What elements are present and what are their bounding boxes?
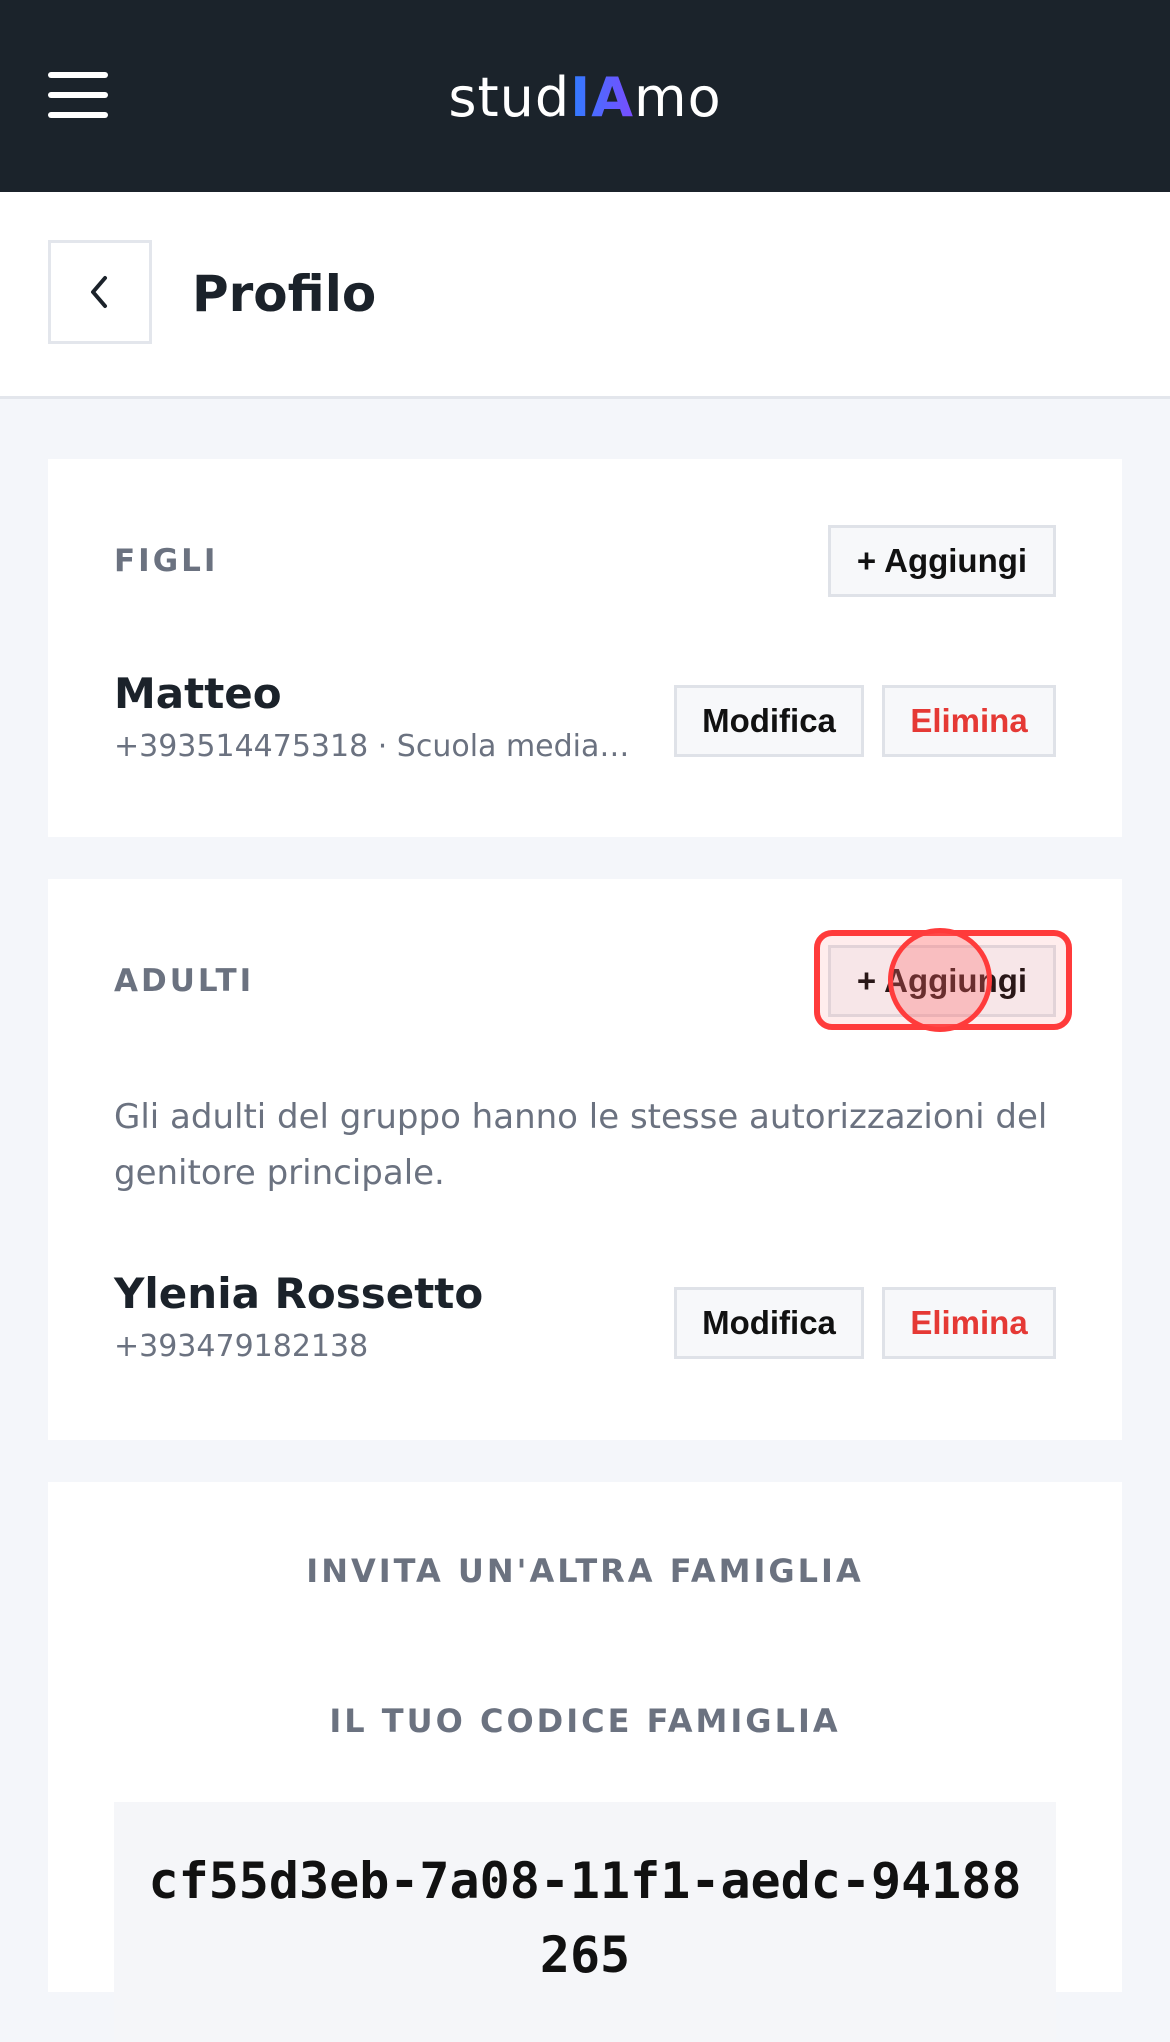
children-card: FIGLI + Aggiungi Matteo +393514475318 · … [48, 459, 1122, 837]
invite-title: INVITA UN'ALTRA FAMIGLIA [306, 1552, 864, 1590]
edit-child-button[interactable]: Modifica [674, 685, 864, 757]
family-code[interactable]: cf55d3eb-7a08-11f1-aedc-94188265 [114, 1844, 1056, 1992]
app-logo: studIAmo [448, 66, 722, 129]
edit-adult-button[interactable]: Modifica [674, 1287, 864, 1359]
delete-child-button[interactable]: Elimina [882, 685, 1056, 757]
child-name: Matteo [114, 669, 282, 718]
top-bar: studIAmo [0, 0, 1170, 192]
family-code-box[interactable]: cf55d3eb-7a08-11f1-aedc-94188265 [114, 1802, 1056, 2042]
child-details: +393514475318 · Scuola media s... [114, 729, 634, 764]
delete-adult-button[interactable]: Elimina [882, 1287, 1056, 1359]
add-child-button[interactable]: + Aggiungi [828, 525, 1056, 597]
page-title: Profilo [192, 265, 377, 323]
adults-section-label: ADULTI [114, 963, 255, 999]
family-code-label: IL TUO CODICE FAMIGLIA [329, 1702, 841, 1740]
adults-card: ADULTI + Aggiungi Gli adulti del gruppo … [48, 879, 1122, 1440]
chevron-left-icon [91, 276, 107, 308]
adults-description: Gli adulti del gruppo hanno le stesse au… [114, 1097, 1048, 1193]
children-section-label: FIGLI [114, 543, 219, 579]
adult-name: Ylenia Rossetto [114, 1269, 484, 1318]
page-header: Profilo [0, 192, 1170, 399]
invite-card: INVITA UN'ALTRA FAMIGLIA IL TUO CODICE F… [48, 1482, 1122, 2042]
adult-details: +393479182138 [114, 1329, 369, 1364]
add-adult-button[interactable]: + Aggiungi [828, 945, 1056, 1017]
back-button[interactable] [48, 240, 152, 344]
